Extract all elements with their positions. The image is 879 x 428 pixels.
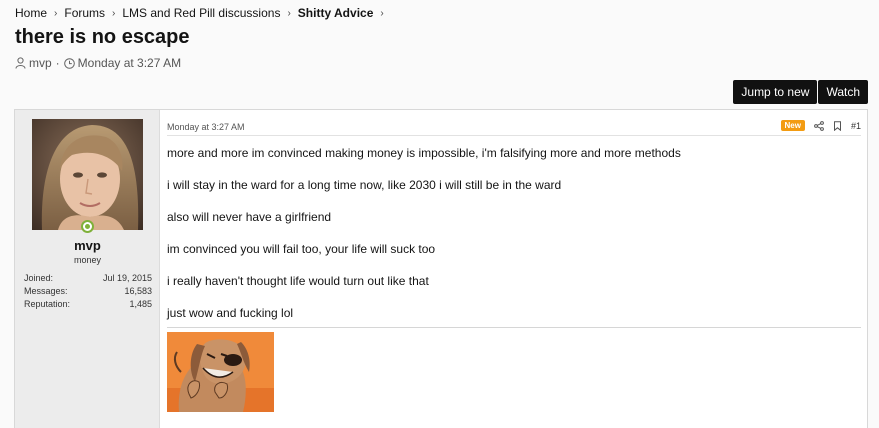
post-paragraph: more and more im convinced making money … xyxy=(167,146,681,160)
post-date[interactable]: Monday at 3:27 AM xyxy=(167,122,245,132)
post-paragraph: i really haven't thought life would turn… xyxy=(167,274,429,288)
post-header-divider xyxy=(167,135,861,136)
post: mvp money Joined: Jul 19, 2015 Messages:… xyxy=(14,109,868,428)
attached-image[interactable] xyxy=(167,332,274,412)
thread-date[interactable]: Monday at 3:27 AM xyxy=(78,56,181,70)
stat-label: Messages: xyxy=(24,286,68,296)
stat-label: Reputation: xyxy=(24,299,71,309)
chevron-right-icon: › xyxy=(287,7,291,19)
new-badge: New xyxy=(780,120,805,131)
watch-button[interactable]: Watch xyxy=(818,80,868,104)
breadcrumb-shitty-advice[interactable]: Shitty Advice xyxy=(298,6,374,20)
thread-meta: mvp · Monday at 3:27 AM xyxy=(15,56,181,70)
breadcrumb-home[interactable]: Home xyxy=(15,6,47,20)
stat-label: Joined: xyxy=(24,273,54,283)
user-icon xyxy=(15,57,26,69)
stat-value: 1,485 xyxy=(129,299,152,309)
breadcrumb: Home › Forums › LMS and Red Pill discuss… xyxy=(15,6,391,20)
stat-value: 16,583 xyxy=(124,286,152,296)
user-info-panel: mvp money Joined: Jul 19, 2015 Messages:… xyxy=(15,110,160,428)
stat-messages: Messages: 16,583 xyxy=(24,285,152,298)
post-body: more and more im convinced making money … xyxy=(167,147,861,339)
chevron-right-icon: › xyxy=(54,7,58,19)
meta-separator: · xyxy=(55,56,60,70)
post-header: Monday at 3:27 AM New #1 xyxy=(167,120,861,136)
post-number[interactable]: #1 xyxy=(851,121,861,131)
share-icon[interactable] xyxy=(814,120,824,131)
avatar[interactable] xyxy=(32,119,143,230)
user-title: money xyxy=(73,255,101,265)
chevron-right-icon: › xyxy=(112,7,116,19)
post-paragraph: also will never have a girlfriend xyxy=(167,210,332,224)
stat-reputation: Reputation: 1,485 xyxy=(24,298,152,311)
post-content: Monday at 3:27 AM New #1 more and more i… xyxy=(167,110,861,428)
jump-to-new-button[interactable]: Jump to new xyxy=(733,80,818,104)
chevron-right-icon: › xyxy=(380,7,384,19)
user-stats: Joined: Jul 19, 2015 Messages: 16,583 Re… xyxy=(24,272,152,311)
username[interactable]: mvp xyxy=(15,238,160,253)
breadcrumb-lms[interactable]: LMS and Red Pill discussions xyxy=(122,6,280,20)
thread-author[interactable]: mvp xyxy=(29,56,52,70)
post-paragraph: i will stay in the ward for a long time … xyxy=(167,178,562,192)
online-status-indicator xyxy=(81,220,94,233)
breadcrumb-forums[interactable]: Forums xyxy=(64,6,105,20)
bookmark-icon[interactable] xyxy=(833,120,842,131)
clock-icon xyxy=(63,57,75,69)
post-actions: New #1 xyxy=(780,120,861,131)
post-attachment-divider xyxy=(167,327,861,328)
thread-buttons: Jump to new Watch xyxy=(733,80,868,104)
page-title: there is no escape xyxy=(15,26,190,48)
post-paragraph: im convinced you will fail too, your lif… xyxy=(167,242,436,256)
stat-joined: Joined: Jul 19, 2015 xyxy=(24,272,152,285)
stat-value: Jul 19, 2015 xyxy=(102,273,152,283)
